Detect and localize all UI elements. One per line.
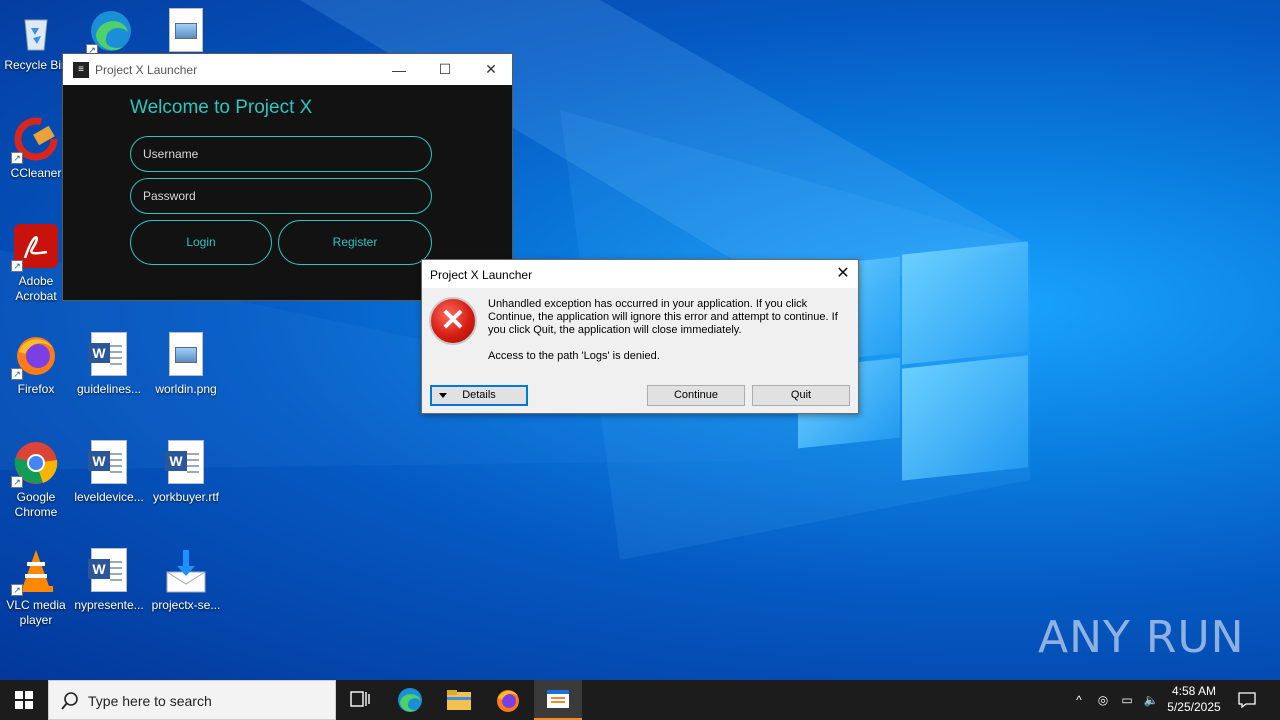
task-view-icon (350, 691, 370, 707)
recycle-bin-icon (13, 8, 59, 54)
maximize-icon[interactable]: ☐ (422, 54, 468, 85)
word-doc-icon: W (86, 440, 132, 486)
dialog-title: Project X Launcher (430, 268, 533, 282)
desktop-icon-leveldevice[interactable]: W leveldevice... (73, 440, 145, 505)
word-doc-icon: W (86, 548, 132, 594)
word-doc-icon: W (163, 440, 209, 486)
task-view-button[interactable] (336, 680, 384, 720)
desktop-icon-chrome[interactable]: ↗ Google Chrome (0, 440, 72, 520)
meet-now-icon[interactable]: ◎ (1092, 680, 1114, 720)
desktop-icon-yorkbuyer[interactable]: W yorkbuyer.rtf (150, 440, 222, 505)
firefox-icon (497, 690, 519, 712)
start-button[interactable] (0, 680, 48, 720)
details-button[interactable]: Details (430, 385, 528, 406)
continue-button[interactable]: Continue (647, 385, 745, 406)
register-button[interactable]: Register (278, 220, 432, 265)
launcher-title: Project X Launcher (95, 62, 198, 77)
taskbar: Type here to search ^ ◎ ▭ 🔈 4:58 AM 5/25… (0, 680, 1280, 720)
desktop-icon-image-top[interactable] (150, 8, 222, 58)
shortcut-arrow-icon: ↗ (11, 152, 23, 164)
login-button[interactable]: Login (130, 220, 272, 265)
show-hidden-icons[interactable]: ^ (1068, 680, 1090, 720)
taskbar-edge[interactable] (386, 680, 434, 720)
error-dialog: Project X Launcher ✕ ✕ Unhandled excepti… (421, 259, 859, 414)
error-message-line-2: Continue, the application will ignore th… (488, 311, 838, 323)
volume-icon[interactable]: 🔈 (1140, 680, 1162, 720)
desktop-icon-vlc[interactable]: ↗ VLC media player (0, 548, 72, 628)
desktop: Recycle Bin ↗ CCleaner ↗ Adobe Acrobat ↗… (0, 0, 1280, 680)
error-message-line-1: Unhandled exception has occurred in your… (488, 298, 808, 310)
desktop-icon-worldin[interactable]: worldin.png (150, 332, 222, 397)
image-file-icon (163, 332, 209, 378)
search-icon (61, 692, 78, 710)
password-input[interactable]: Password (130, 178, 432, 214)
edge-icon: ↗ (86, 8, 134, 56)
acrobat-icon: ↗ (11, 224, 59, 272)
desktop-icon-edge[interactable]: ↗ (75, 8, 147, 58)
chrome-icon: ↗ (11, 440, 59, 488)
edge-icon (398, 688, 422, 712)
shortcut-arrow-icon: ↗ (11, 368, 23, 380)
shortcut-arrow-icon: ↗ (11, 260, 23, 272)
desktop-icon-firefox[interactable]: ↗ Firefox (0, 332, 72, 397)
app-window-icon (547, 690, 569, 708)
taskbar-project-x-launcher[interactable] (534, 680, 582, 720)
launcher-titlebar[interactable]: ≡ Project X Launcher — ☐ ✕ (63, 54, 512, 85)
shortcut-arrow-icon: ↗ (11, 584, 23, 596)
firefox-icon: ↗ (11, 332, 59, 380)
word-doc-icon: W (86, 332, 132, 378)
username-input[interactable]: Username (130, 136, 432, 172)
taskbar-search-box[interactable]: Type here to search (48, 680, 336, 720)
anyrun-watermark: ANY RUN (1038, 612, 1245, 663)
taskbar-clock[interactable]: 4:58 AM 5/25/2025 (1160, 683, 1228, 715)
error-message-line-3: you click Quit, the application will clo… (488, 324, 742, 336)
dialog-titlebar[interactable]: Project X Launcher ✕ (422, 260, 858, 288)
desktop-icon-guidelines[interactable]: W guidelines... (73, 332, 145, 397)
taskbar-firefox[interactable] (484, 680, 532, 720)
clock-time: 4:58 AM (1171, 684, 1217, 698)
shortcut-arrow-icon: ↗ (11, 476, 23, 488)
error-icon: ✕ (429, 297, 477, 345)
windows-icon (15, 691, 33, 709)
search-placeholder: Type here to search (88, 693, 212, 709)
vlc-icon: ↗ (11, 548, 59, 596)
network-icon[interactable]: ▭ (1116, 680, 1138, 720)
folder-icon (447, 690, 471, 710)
image-file-icon (163, 8, 209, 54)
dialog-close-icon[interactable]: ✕ (832, 264, 854, 284)
taskbar-file-explorer[interactable] (435, 680, 483, 720)
desktop-icon-projectx-setup[interactable]: projectx-se... (150, 548, 222, 613)
desktop-icon-nypresente[interactable]: W nypresente... (73, 548, 145, 613)
installer-icon (163, 548, 209, 594)
details-label: Details (462, 389, 496, 401)
clock-date: 5/25/2025 (1167, 700, 1221, 714)
minimize-icon[interactable]: — (376, 54, 422, 85)
ccleaner-icon: ↗ (11, 116, 59, 164)
error-detail: Access to the path 'Logs' is denied. (488, 350, 660, 362)
welcome-heading: Welcome to Project X (130, 97, 313, 118)
launcher-app-icon: ≡ (73, 61, 89, 78)
dropdown-arrow-icon (439, 393, 447, 398)
notifications-icon[interactable] (1232, 680, 1262, 720)
close-icon[interactable]: ✕ (468, 54, 514, 85)
quit-button[interactable]: Quit (752, 385, 850, 406)
